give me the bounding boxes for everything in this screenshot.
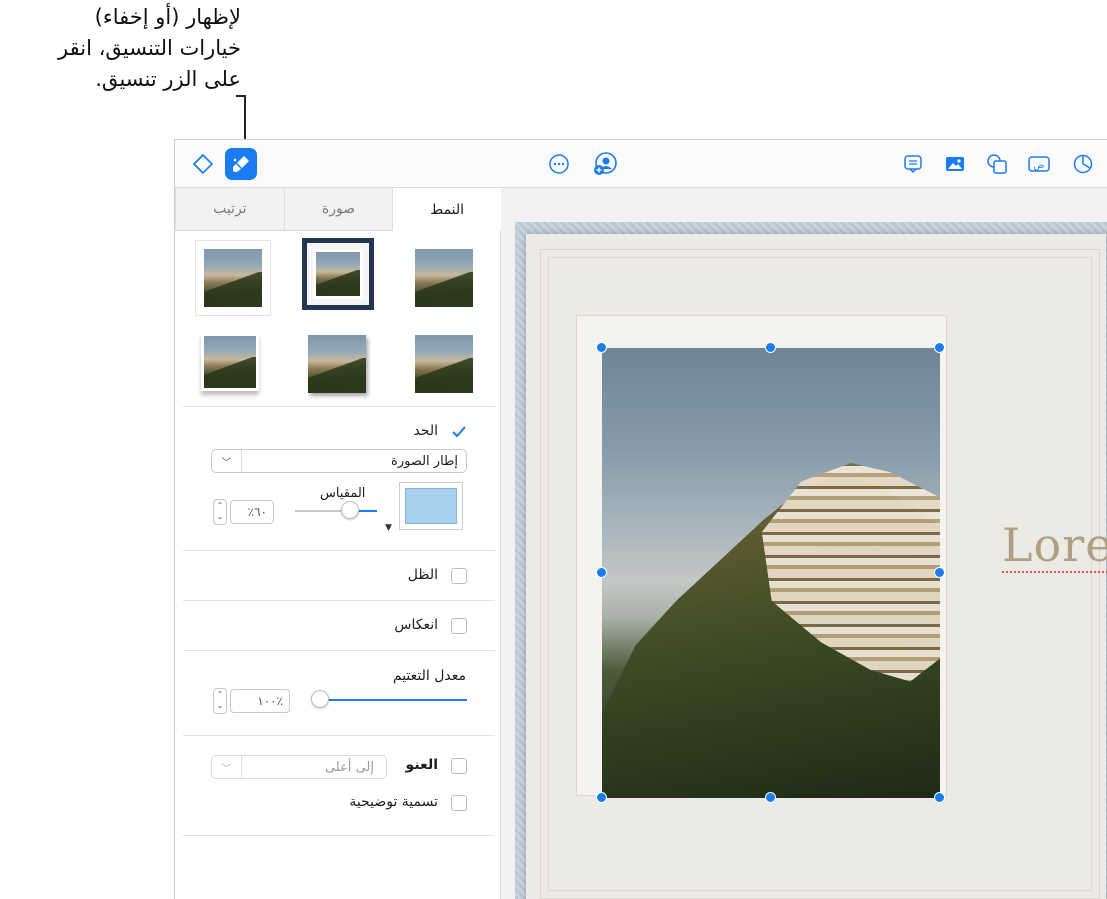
tab-style[interactable]: النمط (392, 188, 501, 231)
divider (183, 550, 495, 551)
title-position-select[interactable]: إلى أعلى ﹀ (211, 755, 387, 779)
scale-label: المقياس (320, 486, 366, 501)
resize-handle-top-left[interactable] (596, 342, 607, 353)
textbox-icon[interactable]: ض (1023, 148, 1055, 180)
resize-handle-bottom-left[interactable] (596, 792, 607, 803)
collaborate-icon[interactable] (589, 148, 621, 180)
toolbar: ض (175, 140, 1107, 188)
callout-text: لإظهار (أو إخفاء) خيارات التنسيق، انقر ع… (0, 2, 241, 95)
style-preset-image (313, 249, 363, 299)
navigator-icon[interactable] (187, 148, 219, 180)
format-sidebar: النمط صورة ترتيب الحد إطار الصورة ﹀ ▼ ال… (175, 188, 501, 899)
style-preset-image (415, 249, 473, 307)
app-window: ض النمط صورة ترتيب الحد إطار الصورة ﹀ ▼ … (174, 139, 1107, 899)
shadow-label: الظل (407, 567, 438, 583)
title-label: العنو (405, 757, 438, 773)
border-color-swatch[interactable] (399, 482, 463, 530)
chart-icon[interactable] (1067, 148, 1099, 180)
style-preset-2-selected[interactable] (302, 238, 374, 310)
resize-handle-right[interactable] (934, 567, 945, 578)
border-checkbox[interactable] (451, 424, 467, 440)
spellcheck-underline (1002, 571, 1107, 573)
scale-slider-knob[interactable] (341, 501, 359, 519)
resize-handle-top-right[interactable] (934, 342, 945, 353)
divider (183, 406, 495, 407)
callout-line-2: خيارات التنسيق، انقر (58, 36, 241, 60)
comment-icon[interactable] (897, 148, 929, 180)
scale-field[interactable]: ٦٠٪ (230, 500, 274, 524)
resize-handle-bottom-right[interactable] (934, 792, 945, 803)
opacity-slider-knob[interactable] (311, 690, 329, 708)
caption-checkbox[interactable] (451, 795, 467, 811)
style-preset-image (308, 335, 366, 393)
tab-image[interactable]: صورة (283, 188, 393, 231)
border-style-value: إطار الصورة (391, 453, 458, 469)
divider (183, 650, 495, 651)
selected-image[interactable] (602, 348, 940, 798)
title-position-value: إلى أعلى (324, 759, 374, 775)
border-label: الحد (413, 423, 438, 439)
reflection-checkbox[interactable] (451, 618, 467, 634)
style-preset-image (415, 335, 473, 393)
swatch-dropdown-icon[interactable]: ▼ (385, 523, 392, 533)
format-tabs: النمط صورة ترتيب (175, 188, 501, 231)
divider (183, 735, 495, 736)
tab-arrange[interactable]: ترتيب (175, 188, 284, 231)
resize-handle-top[interactable] (765, 342, 776, 353)
shape-icon[interactable] (981, 148, 1013, 180)
chevron-down-icon: ﹀ (212, 450, 242, 472)
title-checkbox[interactable] (451, 758, 467, 774)
page-title-text[interactable]: Lore (1002, 518, 1107, 572)
chevron-down-icon: ﹀ (212, 756, 242, 778)
scale-stepper[interactable]: ⌃ ⌄ (213, 499, 227, 525)
reflection-label: انعكاس (394, 617, 438, 633)
divider (183, 600, 495, 601)
svg-text:ض: ض (1034, 161, 1045, 171)
style-preset-1[interactable] (409, 242, 479, 314)
style-preset-4[interactable] (409, 328, 479, 400)
style-preset-image (201, 333, 259, 391)
opacity-stepper[interactable]: ⌃ ⌄ (213, 688, 227, 714)
style-preset-6[interactable] (195, 326, 265, 398)
callout-line-1: لإظهار (أو إخفاء) (94, 5, 241, 29)
border-style-select[interactable]: إطار الصورة ﹀ (211, 449, 467, 473)
resize-handle-bottom[interactable] (765, 792, 776, 803)
swatch-fill (405, 488, 457, 524)
callout-line-3: على الزر تنسيق. (95, 67, 241, 91)
opacity-label: معدل التعتيم (392, 668, 466, 684)
style-preset-3[interactable] (195, 240, 271, 316)
format-brush-icon[interactable] (225, 148, 257, 180)
divider (183, 835, 495, 836)
caption-label: تسمية توضيحية (349, 794, 438, 810)
shadow-checkbox[interactable] (451, 568, 467, 584)
more-icon[interactable] (543, 148, 575, 180)
style-preset-image (204, 249, 262, 307)
style-preset-5[interactable] (302, 328, 372, 400)
opacity-field[interactable]: ٪١٠٠ (230, 689, 290, 713)
media-icon[interactable] (939, 148, 971, 180)
resize-handle-left[interactable] (596, 567, 607, 578)
opacity-slider-fill[interactable] (321, 699, 467, 701)
